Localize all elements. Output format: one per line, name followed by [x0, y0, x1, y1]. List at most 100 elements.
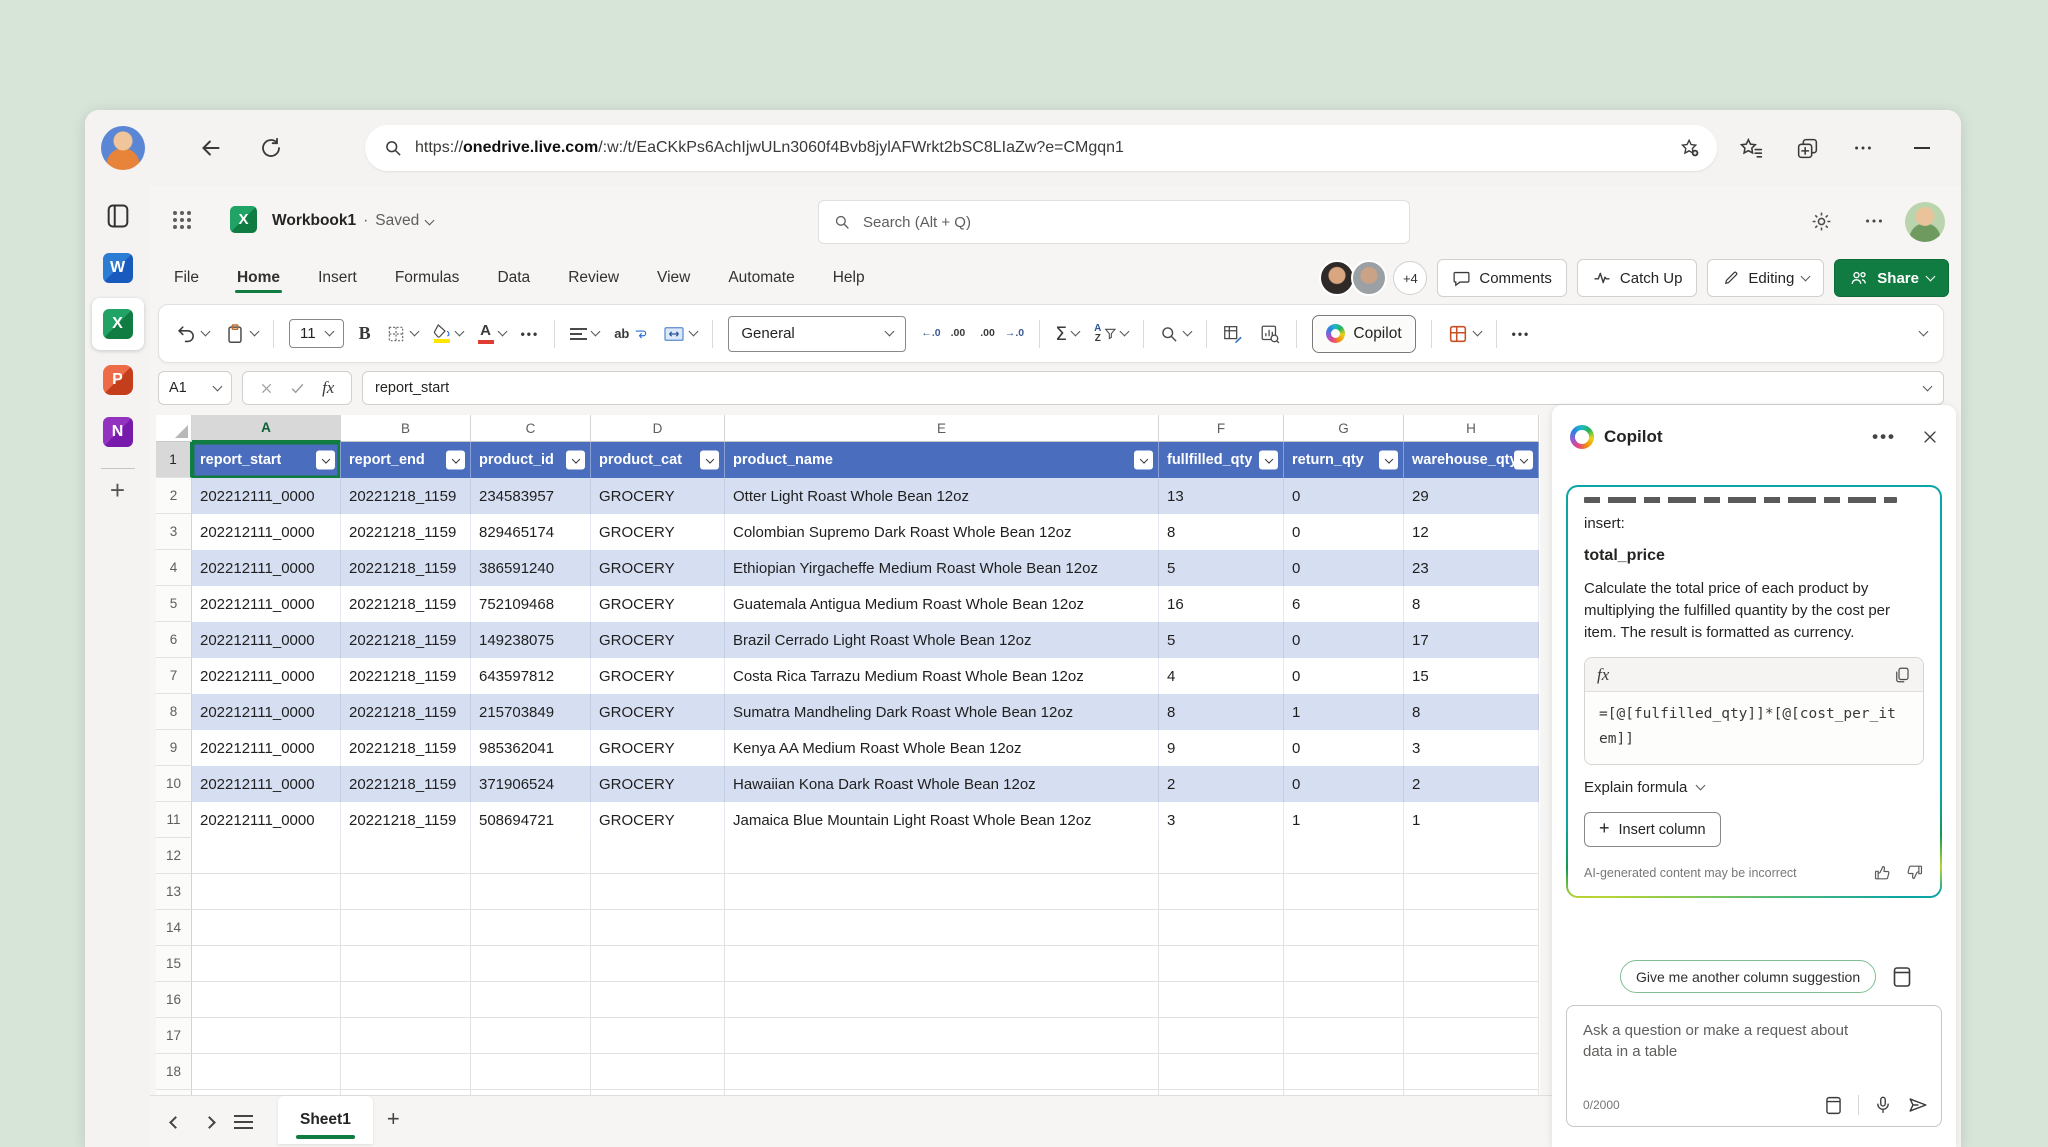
- grid-cell[interactable]: 0: [1284, 766, 1404, 802]
- grid-cell[interactable]: 3: [1159, 802, 1284, 838]
- send-icon[interactable]: [1907, 1094, 1929, 1116]
- microphone-icon[interactable]: [1873, 1095, 1893, 1115]
- grid-cell[interactable]: 20221218_1159: [341, 622, 471, 658]
- menu-tab-view[interactable]: View: [655, 257, 692, 299]
- grid-cell[interactable]: [1159, 946, 1284, 982]
- grid-cell[interactable]: 3: [1404, 730, 1539, 766]
- grid-cell[interactable]: [1404, 946, 1539, 982]
- grid-cell[interactable]: 20221218_1159: [341, 514, 471, 550]
- browser-menu-icon[interactable]: [1847, 132, 1879, 164]
- explain-formula-toggle[interactable]: Explain formula: [1584, 779, 1924, 796]
- comments-button[interactable]: Comments: [1437, 259, 1567, 297]
- grid-cell[interactable]: GROCERY: [591, 622, 725, 658]
- row-number[interactable]: 5: [156, 586, 192, 622]
- column-header-G[interactable]: G: [1284, 415, 1404, 442]
- grid-cell[interactable]: 829465174: [471, 514, 591, 550]
- grid-cell[interactable]: Brazil Cerrado Light Roast Whole Bean 12…: [725, 622, 1159, 658]
- grid-cell[interactable]: Colombian Supremo Dark Roast Whole Bean …: [725, 514, 1159, 550]
- grid-cell[interactable]: [192, 946, 341, 982]
- grid-cell[interactable]: [192, 874, 341, 910]
- row-number[interactable]: 15: [156, 946, 192, 982]
- back-icon[interactable]: [195, 132, 227, 164]
- grid-cell[interactable]: [591, 946, 725, 982]
- grid-cell[interactable]: GROCERY: [591, 802, 725, 838]
- bold-button[interactable]: B: [359, 323, 371, 344]
- workbook-title[interactable]: Workbook1 · Saved: [272, 212, 435, 230]
- grid-cell[interactable]: 20221218_1159: [341, 802, 471, 838]
- formula-input[interactable]: report_start: [362, 371, 1944, 405]
- prompt-guide-icon[interactable]: [1823, 1095, 1844, 1116]
- filter-button[interactable]: [1259, 450, 1278, 470]
- fill-color-button[interactable]: [433, 324, 465, 343]
- copilot-chat-input[interactable]: Ask a question or make a request about d…: [1566, 1005, 1942, 1127]
- thumbs-up-icon[interactable]: [1873, 863, 1892, 882]
- grid-cell[interactable]: 1: [1404, 802, 1539, 838]
- collaborator-avatar[interactable]: [1319, 260, 1356, 296]
- grid-cell[interactable]: [341, 1054, 471, 1090]
- name-box[interactable]: A1: [158, 371, 232, 405]
- row-number[interactable]: 13: [156, 874, 192, 910]
- grid-cell[interactable]: 8: [1159, 694, 1284, 730]
- filter-button[interactable]: [446, 450, 465, 470]
- thumbs-down-icon[interactable]: [1905, 863, 1924, 882]
- copilot-close-icon[interactable]: [1922, 429, 1938, 445]
- grid-cell[interactable]: [1284, 1018, 1404, 1054]
- next-sheet-icon[interactable]: [192, 1110, 226, 1134]
- account-avatar[interactable]: [1905, 202, 1945, 242]
- grid-cell[interactable]: [1159, 910, 1284, 946]
- grid-cell[interactable]: 234583957: [471, 478, 591, 514]
- grid-cell[interactable]: [192, 838, 341, 874]
- menu-tab-insert[interactable]: Insert: [316, 257, 359, 299]
- row-number[interactable]: 12: [156, 838, 192, 874]
- cancel-icon[interactable]: [260, 382, 273, 395]
- grid-cell[interactable]: 17: [1404, 622, 1539, 658]
- table-header-cell[interactable]: product_cat: [591, 442, 725, 478]
- grid-cell[interactable]: Sumatra Mandheling Dark Roast Whole Bean…: [725, 694, 1159, 730]
- row-number[interactable]: 11: [156, 802, 192, 838]
- address-bar[interactable]: https://onedrive.live.com/:w:/t/EaCKkPs6…: [365, 125, 1717, 171]
- grid-cell[interactable]: 9: [1159, 730, 1284, 766]
- paste-button[interactable]: [224, 323, 260, 345]
- grid-cell[interactable]: GROCERY: [591, 550, 725, 586]
- row-number[interactable]: 9: [156, 730, 192, 766]
- grid-cell[interactable]: [1159, 838, 1284, 874]
- grid-cell[interactable]: GROCERY: [591, 514, 725, 550]
- table-header-cell[interactable]: warehouse_qty: [1404, 442, 1539, 478]
- grid-cell[interactable]: [471, 910, 591, 946]
- decrease-decimal-button[interactable]: .00 →.0: [980, 327, 1024, 340]
- grid-cell[interactable]: 20221218_1159: [341, 730, 471, 766]
- catch-up-button[interactable]: Catch Up: [1576, 259, 1698, 297]
- grid-cell[interactable]: 508694721: [471, 802, 591, 838]
- more-font-options-button[interactable]: •••: [521, 327, 540, 341]
- browser-profile-avatar[interactable]: [101, 126, 145, 170]
- grid-cell[interactable]: Kenya AA Medium Roast Whole Bean 12oz: [725, 730, 1159, 766]
- grid-cell[interactable]: [1284, 910, 1404, 946]
- grid-cell[interactable]: [1159, 982, 1284, 1018]
- row-number[interactable]: 18: [156, 1054, 192, 1090]
- select-all-corner[interactable]: [156, 415, 192, 442]
- insert-column-button[interactable]: + Insert column: [1584, 812, 1721, 847]
- sidebar-item-word[interactable]: W: [96, 246, 140, 290]
- grid-cell[interactable]: 202212111_0000: [192, 658, 341, 694]
- ribbon-more-button[interactable]: •••: [1512, 327, 1531, 341]
- grid-cell[interactable]: 371906524: [471, 766, 591, 802]
- grid-cell[interactable]: [1284, 946, 1404, 982]
- collaborator-overflow-badge[interactable]: +4: [1393, 261, 1428, 295]
- grid-cell[interactable]: [192, 982, 341, 1018]
- sidebar-item-journal[interactable]: [96, 194, 140, 238]
- copy-icon[interactable]: [1893, 666, 1911, 684]
- grid-cell[interactable]: 202212111_0000: [192, 478, 341, 514]
- grid-cell[interactable]: 202212111_0000: [192, 694, 341, 730]
- column-header-D[interactable]: D: [591, 415, 725, 442]
- favorites-bar-icon[interactable]: [1735, 132, 1767, 164]
- grid-cell[interactable]: GROCERY: [591, 730, 725, 766]
- pivottable-button[interactable]: [1447, 323, 1483, 345]
- grid-cell[interactable]: [591, 838, 725, 874]
- column-header-A[interactable]: A: [192, 415, 341, 442]
- grid-cell[interactable]: [591, 874, 725, 910]
- grid-cell[interactable]: 20221218_1159: [341, 694, 471, 730]
- grid-cell[interactable]: 1: [1284, 694, 1404, 730]
- grid-cell[interactable]: 0: [1284, 622, 1404, 658]
- grid-cell[interactable]: [591, 910, 725, 946]
- menu-tab-automate[interactable]: Automate: [726, 257, 796, 299]
